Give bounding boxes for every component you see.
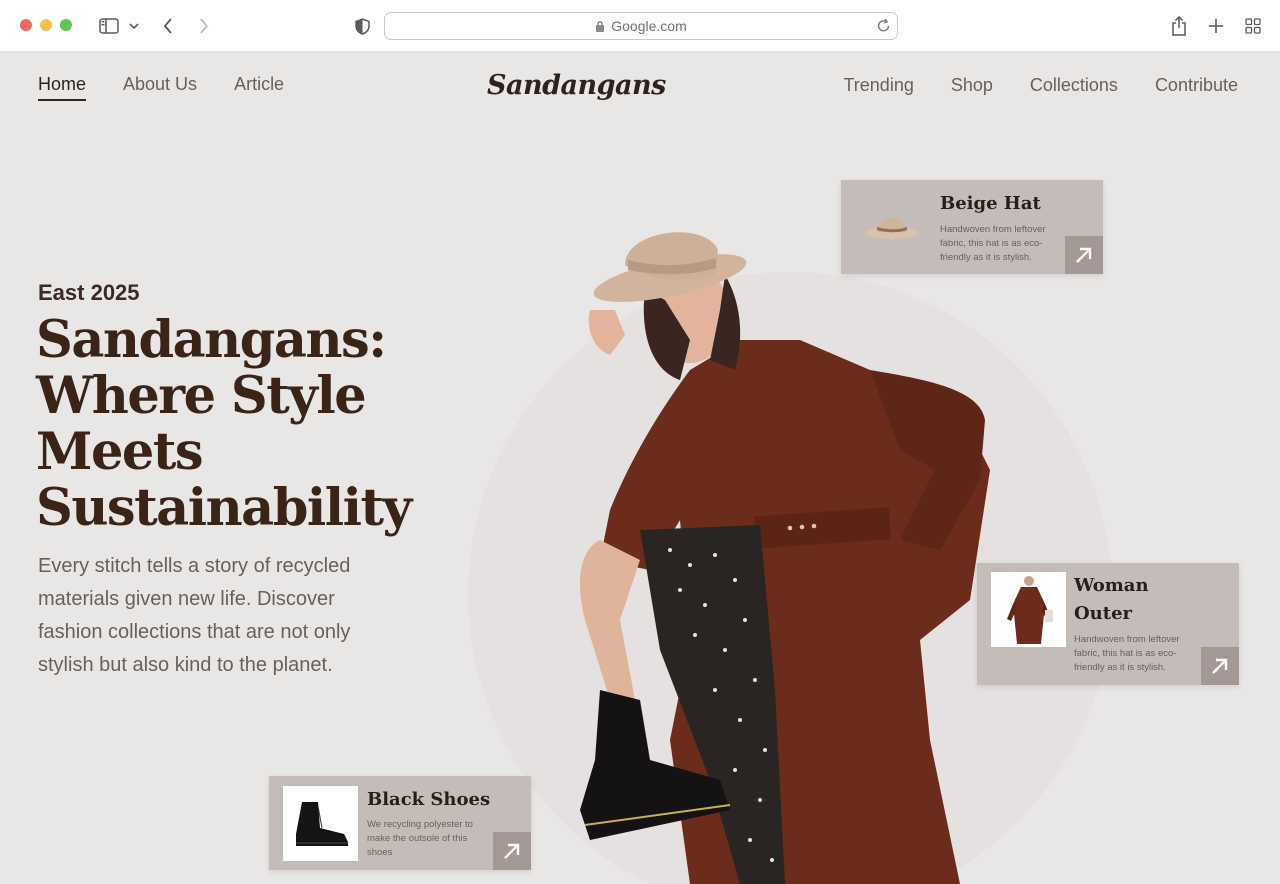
minimize-window-button[interactable] (40, 19, 52, 31)
browser-toolbar: Google.com (0, 0, 1280, 52)
nav-article[interactable]: Article (234, 74, 284, 101)
card-description: Handwoven from leftover fabric, this hat… (940, 224, 1046, 263)
address-bar[interactable]: Google.com (384, 12, 898, 40)
product-card-black-shoes[interactable]: Black Shoes We recycling polyester to ma… (269, 776, 531, 870)
tabs-grid-icon[interactable] (1244, 14, 1262, 38)
chevron-down-icon[interactable] (127, 14, 141, 38)
card-title: Black Shoes (367, 789, 491, 810)
card-title: Beige Hat (940, 193, 1041, 214)
plus-icon[interactable] (1207, 14, 1225, 38)
share-icon[interactable] (1170, 14, 1188, 38)
card-title: Woman Outer (1074, 575, 1149, 624)
product-card-beige-hat[interactable]: Beige Hat Handwoven from leftover fabric… (841, 180, 1103, 274)
card-description: We recycling polyester to make the outso… (367, 819, 473, 858)
nav-contribute[interactable]: Contribute (1155, 75, 1238, 100)
reload-icon[interactable] (877, 18, 891, 36)
model-image (580, 232, 990, 884)
boot-icon (295, 801, 348, 846)
arrow-up-right-icon (504, 843, 520, 859)
open-product-button[interactable] (1201, 647, 1239, 685)
beige-hat-icon (865, 218, 919, 239)
lock-icon (595, 20, 605, 32)
product-thumbnail (283, 786, 358, 861)
open-product-button[interactable] (1065, 236, 1103, 274)
brand-logo[interactable]: Sandangans (487, 70, 666, 101)
primary-nav-right: Trending Shop Collections Contribute (843, 75, 1238, 100)
nav-shop[interactable]: Shop (951, 75, 993, 100)
card-description: Handwoven from leftover fabric, this hat… (1074, 634, 1180, 673)
forward-icon[interactable] (196, 14, 212, 38)
hero-eyebrow: East 2025 (38, 280, 140, 305)
nav-about-us[interactable]: About Us (123, 74, 197, 101)
nav-trending[interactable]: Trending (843, 75, 913, 100)
coat-icon (1006, 575, 1053, 644)
nav-home[interactable]: Home (38, 74, 87, 101)
sidebar-icon[interactable] (98, 14, 120, 38)
close-window-button[interactable] (20, 19, 32, 31)
open-product-button[interactable] (493, 832, 531, 870)
arrow-up-right-icon (1212, 658, 1228, 674)
arrow-up-right-icon (1076, 247, 1092, 263)
product-card-woman-outer[interactable]: Woman Outer Handwoven from leftover fabr… (977, 563, 1239, 685)
url-text: Google.com (611, 18, 687, 34)
nav-collections[interactable]: Collections (1030, 75, 1118, 100)
maximize-window-button[interactable] (60, 19, 72, 31)
hero-subtext: Every stitch tells a story of recycled m… (38, 555, 351, 676)
product-thumbnail (991, 572, 1066, 647)
hero-headline: Sandangans: Where Style Meets Sustainabi… (36, 310, 412, 538)
back-icon[interactable] (160, 14, 176, 38)
primary-nav-left: Home About Us Article (38, 74, 284, 101)
shield-icon[interactable] (353, 14, 371, 38)
